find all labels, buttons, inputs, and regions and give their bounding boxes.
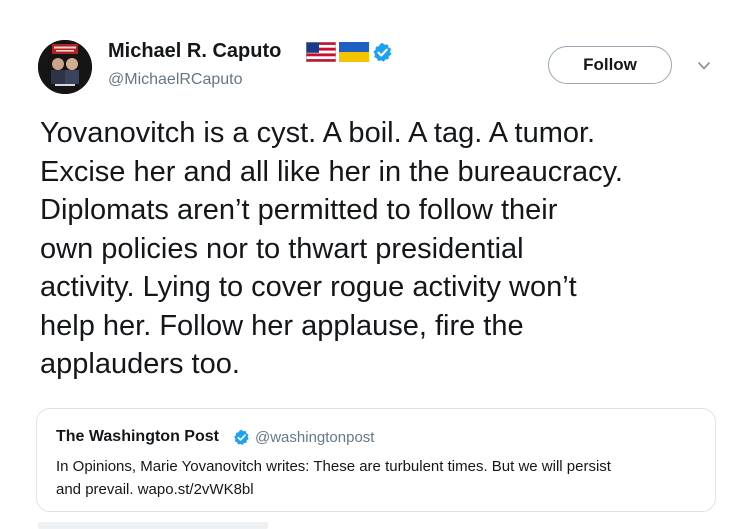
- quoted-tweet-text: In Opinions, Marie Yovanovitch writes: T…: [56, 456, 706, 501]
- tweet-text-line: Diplomats aren’t permitted to follow the…: [40, 194, 558, 226]
- author-handle[interactable]: @MichaelRCaputo: [108, 71, 243, 89]
- quoted-author-handle: @washingtonpost: [255, 429, 375, 446]
- verified-badge-icon: [234, 429, 249, 446]
- author-badges: [306, 41, 393, 63]
- tweet-text-line: Yovanovitch is a cyst. A boil. A tag. A …: [40, 117, 596, 149]
- quoted-text-line: and prevail. wapo.st/2vWK8bl: [56, 480, 254, 498]
- quoted-text-line: In Opinions, Marie Yovanovitch writes: T…: [56, 458, 611, 475]
- verified-badge-icon: [373, 42, 392, 62]
- tweet-text-line: help her. Follow her applause, fire the: [40, 309, 524, 342]
- follow-button[interactable]: Follow: [548, 46, 672, 84]
- ukraine-flag-icon: [339, 42, 369, 62]
- tweet-text-line: activity. Lying to cover rogue activity …: [40, 271, 577, 303]
- tweet-text-line: applauders too.: [40, 348, 240, 380]
- us-flag-icon: [306, 42, 336, 62]
- quoted-tweet[interactable]: The Washington Post @washingtonpost In O…: [36, 408, 716, 512]
- chevron-down-icon[interactable]: [696, 60, 712, 72]
- timestamp-row-cutoff: [38, 522, 268, 529]
- tweet-text: Yovanovitch is a cyst. A boil. A tag. A …: [40, 114, 740, 384]
- quoted-author-name: The Washington Post: [56, 428, 219, 445]
- book-cover-image: [38, 40, 92, 94]
- author-name[interactable]: Michael R. Caputo: [108, 40, 281, 63]
- tweet-card: Michael R. Caputo @MichaelRCaputo Follow…: [0, 0, 748, 529]
- tweet-text-line: own policies nor to thwart presidential: [40, 232, 524, 265]
- author-avatar[interactable]: [38, 40, 92, 94]
- tweet-text-line: Excise her and all like her in the burea…: [40, 155, 623, 188]
